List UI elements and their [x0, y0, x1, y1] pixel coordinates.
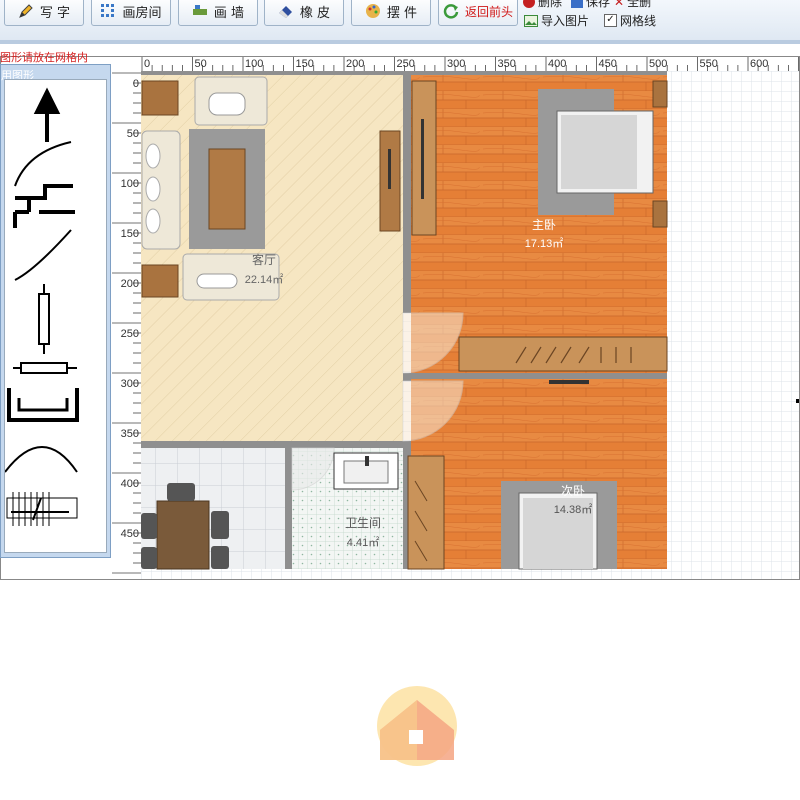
top-ruler-label: 50: [195, 58, 207, 70]
stairs-icon[interactable]: [6, 492, 78, 526]
door-pair-icon[interactable]: [13, 200, 75, 281]
clear-all-button[interactable]: ✕ 全删: [614, 0, 651, 10]
wall-icon: [192, 5, 207, 15]
place-item-label: 摆 件: [386, 5, 418, 21]
room-area-second: 14.38㎡: [554, 503, 593, 516]
left-ruler-label: 300: [121, 378, 139, 390]
floor-plan[interactable]: 05010015020025030035040045050055060065 0…: [1, 57, 800, 580]
shape-palette: 用图形: [0, 64, 111, 558]
top-ruler-label: 300: [447, 58, 465, 70]
image-icon: [524, 14, 538, 27]
clear-label: 全删: [627, 0, 652, 9]
resize-handle-right[interactable]: [796, 399, 799, 403]
room-name-living: 客厅: [252, 252, 276, 267]
left-ruler-label: 250: [121, 328, 139, 340]
top-ruler-label: 0: [144, 58, 150, 70]
clear-icon: ✕: [614, 0, 625, 9]
left-ruler-label: 450: [121, 528, 139, 540]
door-swing-icon[interactable]: [14, 141, 73, 200]
design-canvas[interactable]: 05010015020025030035040045050055060065 0…: [0, 56, 800, 580]
grid-label: 网格线: [620, 14, 657, 28]
palette-body: [4, 79, 107, 553]
house-logo-icon: [377, 686, 457, 766]
place-item-button[interactable]: 摆 件: [351, 0, 431, 26]
save-label: 保存: [586, 0, 611, 9]
grid-hint: 图形请放在网格内: [0, 51, 88, 64]
eraser-button[interactable]: 橡 皮: [264, 0, 344, 26]
save-icon: [571, 0, 583, 8]
top-ruler-label: 550: [700, 58, 718, 70]
pencil-icon: [19, 4, 33, 18]
eraser-icon: [278, 6, 292, 18]
left-ruler-label: 500: [121, 578, 139, 580]
room-area-bathroom: 4.41㎡: [347, 536, 379, 549]
write-text-button[interactable]: 写 字: [4, 0, 84, 26]
room-name-bathroom: 卫生间: [345, 516, 381, 530]
undo-button[interactable]: 返回前头: [438, 0, 518, 26]
top-ruler-label: 100: [245, 58, 263, 70]
room-name-second: 次卧: [561, 484, 585, 498]
draw-room-button[interactable]: 画房间: [91, 0, 171, 26]
import-image-button[interactable]: 导入图片: [524, 12, 589, 29]
undo-label: 返回前头: [464, 4, 513, 19]
palette-icon: [365, 4, 380, 18]
eraser-label: 橡 皮: [299, 5, 331, 21]
room-grid-icon: [101, 4, 115, 17]
write-text-label: 写 字: [39, 5, 71, 21]
top-ruler-label: 150: [296, 58, 314, 70]
top-ruler-label: 450: [599, 58, 617, 70]
delete-button[interactable]: 删除: [523, 0, 562, 10]
toolbar: 写 字 画房间 画 墙 橡 皮 摆 件 返回前头 删除 保存 ✕ 全删 导入图片…: [0, 0, 800, 44]
room-name-master: 主卧: [532, 218, 556, 232]
left-ruler-label: 400: [121, 478, 139, 490]
left-ruler-label: 200: [121, 278, 139, 290]
delete-icon: [523, 0, 535, 8]
window-vertical-icon[interactable]: [38, 284, 50, 354]
import-image-label: 导入图片: [541, 14, 590, 28]
top-ruler-label: 600: [750, 58, 768, 70]
room-area-living: 22.14㎡: [245, 273, 284, 286]
toolbar-divider: [0, 40, 800, 44]
draw-room-label: 画房间: [122, 5, 162, 21]
arc-icon[interactable]: [4, 446, 78, 473]
top-ruler-label: 500: [649, 58, 667, 70]
top-ruler-label: 200: [346, 58, 364, 70]
delete-label: 删除: [538, 0, 563, 9]
top-ruler-label: 400: [548, 58, 566, 70]
left-ruler-label: 350: [121, 428, 139, 440]
top-ruler-label: 250: [397, 58, 415, 70]
left-ruler-label: 150: [121, 228, 139, 240]
left-ruler-label: 50: [127, 128, 139, 140]
save-button[interactable]: 保存: [571, 0, 610, 10]
draw-wall-button[interactable]: 画 墙: [178, 0, 258, 26]
left-ruler-label: 100: [121, 178, 139, 190]
bathtub-icon[interactable]: [7, 388, 79, 422]
left-ruler-label: 0: [133, 78, 139, 90]
top-ruler-label: 350: [498, 58, 516, 70]
room-area-master: 17.13㎡: [525, 237, 564, 250]
furniture-bathroom[interactable]: [333, 452, 399, 490]
refresh-icon: [443, 4, 459, 19]
arrow-icon[interactable]: [33, 87, 75, 150]
window-horizontal-icon[interactable]: [13, 362, 77, 374]
grid-toggle[interactable]: ✓ 网格线: [604, 12, 656, 29]
grid-checkbox[interactable]: ✓: [604, 14, 617, 27]
draw-wall-label: 画 墙: [213, 5, 245, 21]
